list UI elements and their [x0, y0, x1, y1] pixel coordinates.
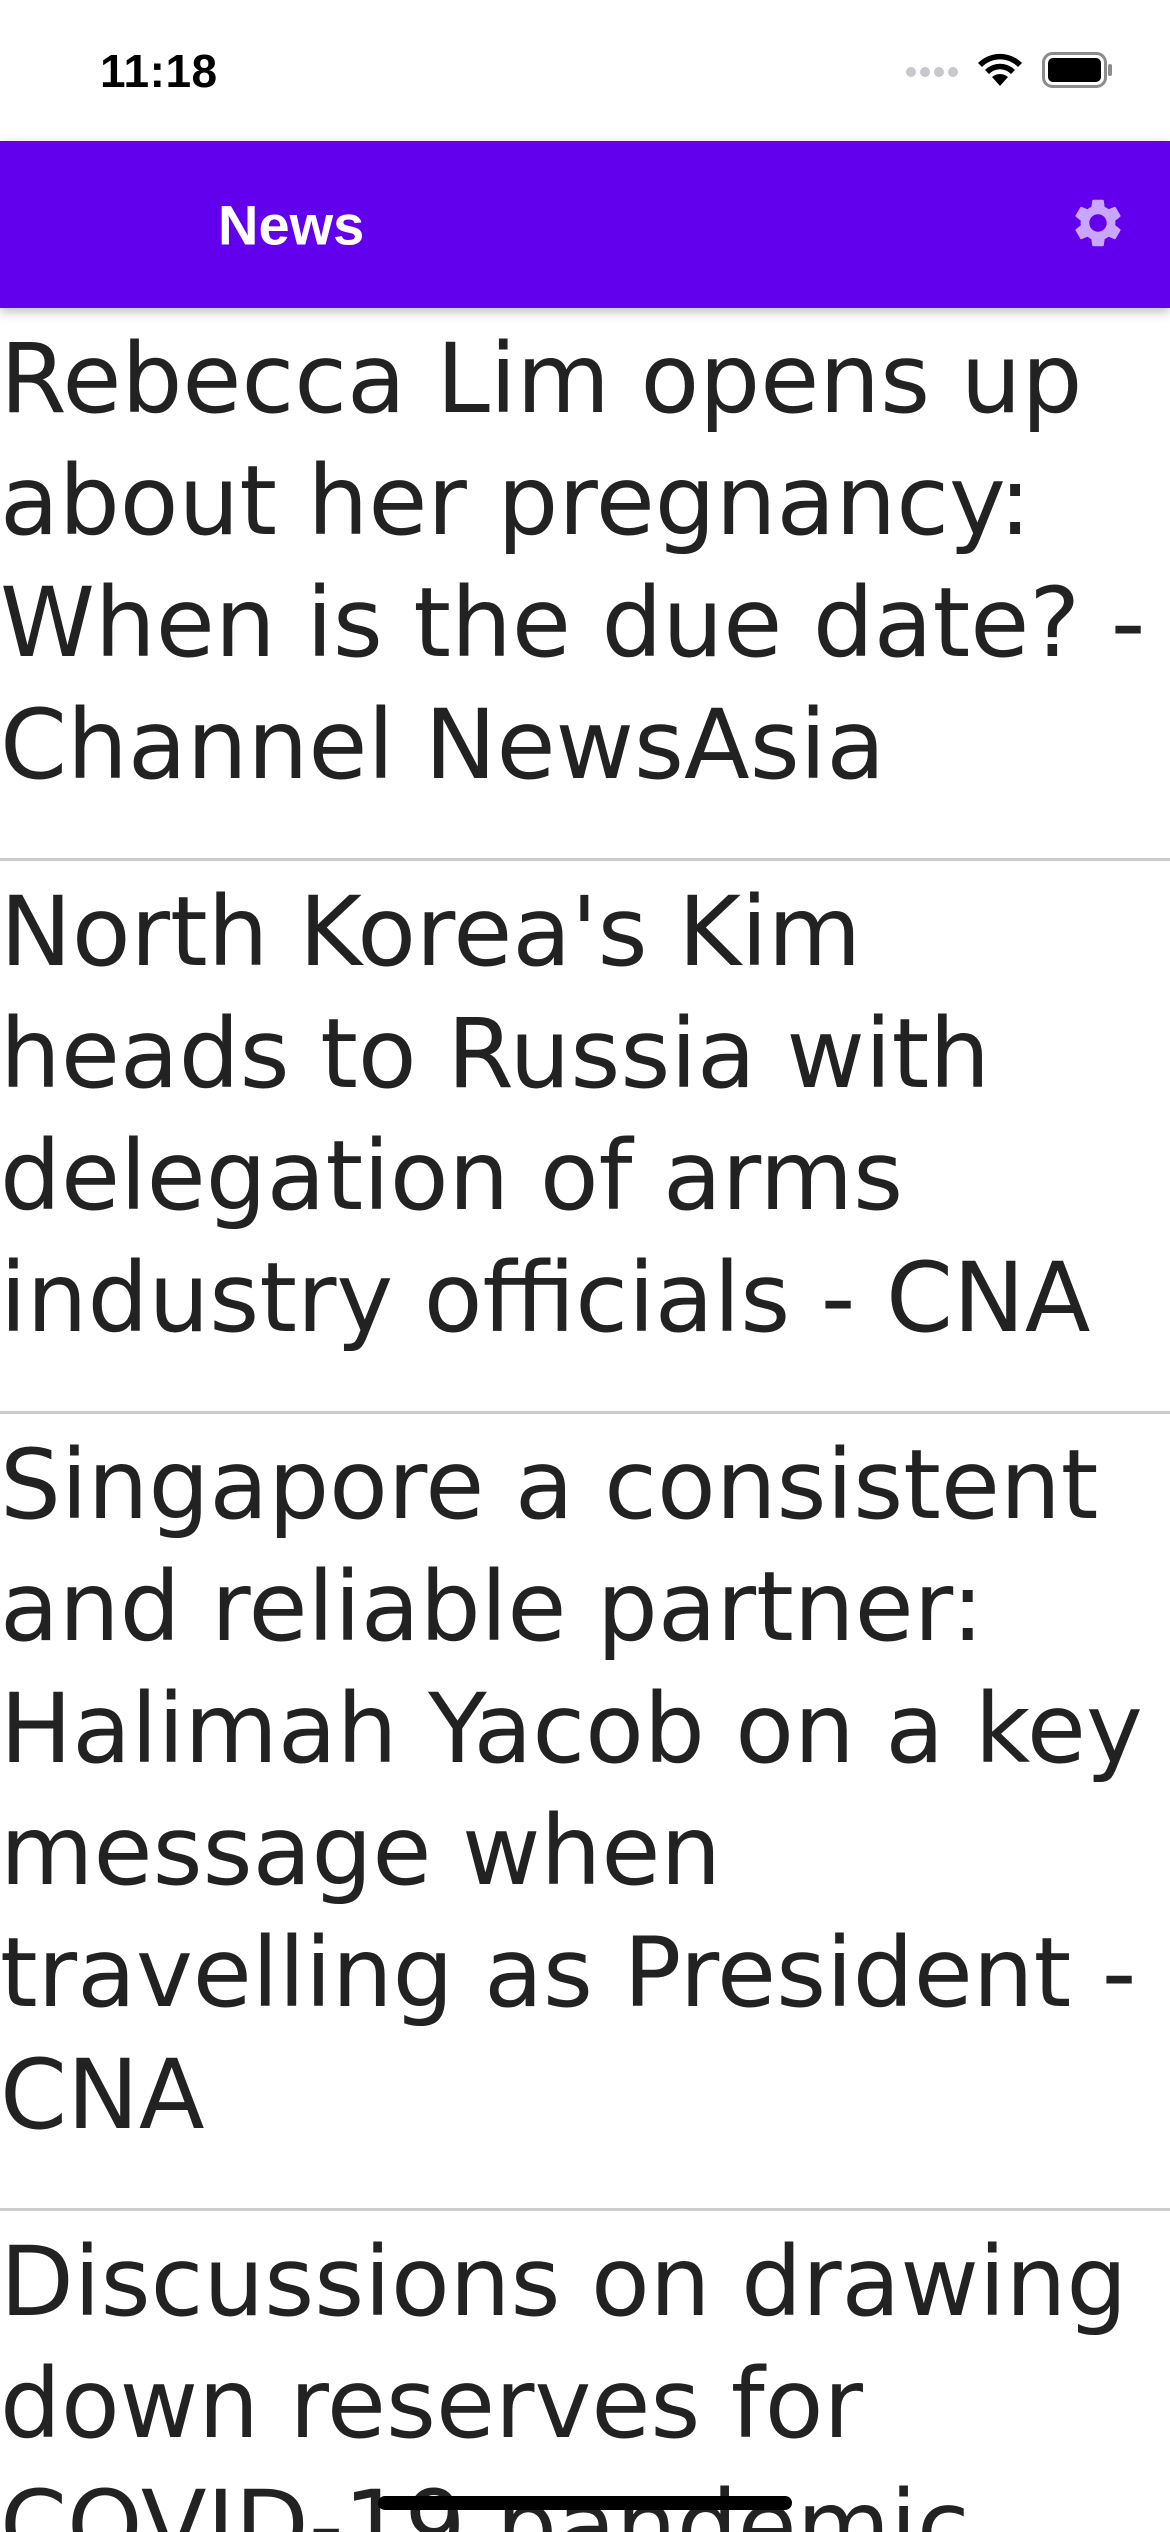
news-item[interactable]: Singapore a consistent and reliable part… [0, 1414, 1170, 2211]
status-time: 11:18 [100, 45, 218, 97]
page-title: News [218, 193, 365, 256]
screen: 11:18 News Rebecca Lim opens up about he… [0, 0, 1170, 2532]
status-bar: 11:18 [0, 0, 1170, 141]
news-item[interactable]: Discussions on drawing down reserves for… [0, 2211, 1170, 2532]
news-item[interactable]: Rebecca Lim opens up about her pregnancy… [0, 308, 1170, 861]
wifi-icon [976, 52, 1024, 92]
news-title: Discussions on drawing down reserves for… [0, 2226, 1128, 2532]
news-list: Rebecca Lim opens up about her pregnancy… [0, 308, 1170, 2532]
news-title: North Korea's Kim heads to Russia with d… [0, 876, 1091, 1354]
status-icons [906, 52, 1114, 92]
app-bar: News [0, 141, 1170, 308]
battery-icon [1042, 52, 1114, 92]
news-title: Rebecca Lim opens up about her pregnancy… [0, 323, 1146, 801]
settings-button[interactable] [1058, 185, 1138, 265]
news-title: Singapore a consistent and reliable part… [0, 1429, 1143, 2151]
cellular-signal-icon [906, 63, 958, 82]
gear-icon [1069, 194, 1127, 256]
home-indicator[interactable] [378, 2496, 792, 2510]
news-item[interactable]: North Korea's Kim heads to Russia with d… [0, 861, 1170, 1414]
